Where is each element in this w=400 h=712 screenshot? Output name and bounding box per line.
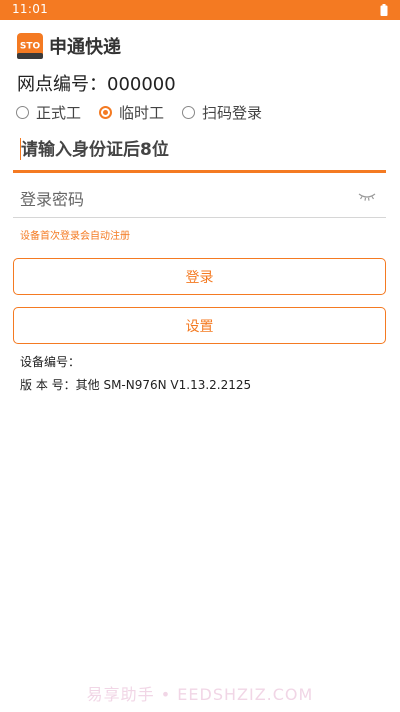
radio-option-formal[interactable]: 正式工	[16, 102, 81, 123]
site-number-value: 000000	[107, 74, 176, 95]
watermark: 易享助手 • EEDSHZIZ.COM	[86, 685, 314, 704]
status-time: 11:01	[12, 2, 49, 16]
version-value: 其他 SM-N976N V1.13.2.2125	[75, 378, 252, 392]
auto-register-hint: 设备首次登录会自动注册	[20, 231, 130, 242]
radio-label-formal: 正式工	[36, 103, 82, 122]
id-number-field-container	[13, 134, 386, 173]
radio-option-temporary[interactable]: 临时工	[99, 102, 164, 123]
password-field-container	[13, 182, 386, 218]
radio-unchecked-icon	[182, 105, 196, 119]
device-number-row: 设备编号：	[20, 353, 80, 370]
radio-label-scan-login: 扫码登录	[202, 103, 263, 122]
logo-text: STO	[20, 42, 41, 52]
device-number-label: 设备编号：	[20, 355, 81, 369]
eye-closed-icon[interactable]	[358, 192, 376, 202]
login-button[interactable]: 登录	[13, 258, 386, 295]
app-header: STO 申通快递	[17, 31, 121, 61]
id-number-input[interactable]	[21, 136, 381, 164]
radio-option-scan-login[interactable]: 扫码登录	[182, 102, 262, 123]
app-title: 申通快递	[49, 37, 121, 58]
site-number-label: 网点编号：	[17, 74, 107, 95]
version-label: 版 本 号：	[20, 378, 76, 392]
sto-logo: STO	[17, 33, 43, 59]
radio-label-temporary: 临时工	[119, 103, 165, 122]
settings-button[interactable]: 设置	[13, 307, 386, 344]
login-type-radio-group: 正式工 临时工 扫码登录	[16, 100, 280, 124]
radio-unchecked-icon	[16, 105, 29, 119]
status-bar: 11:01	[0, 0, 400, 20]
site-number-row: 网点编号：000000	[17, 70, 176, 96]
login-screen: 11:01 STO 申通快递 网点编号：000000 正式工 临时工 扫码登录	[0, 0, 400, 712]
version-row: 版 本 号：其他 SM-N976N V1.13.2.2125	[20, 376, 251, 393]
radio-checked-icon	[99, 105, 113, 119]
battery-icon	[380, 4, 388, 16]
password-input[interactable]	[20, 186, 340, 212]
